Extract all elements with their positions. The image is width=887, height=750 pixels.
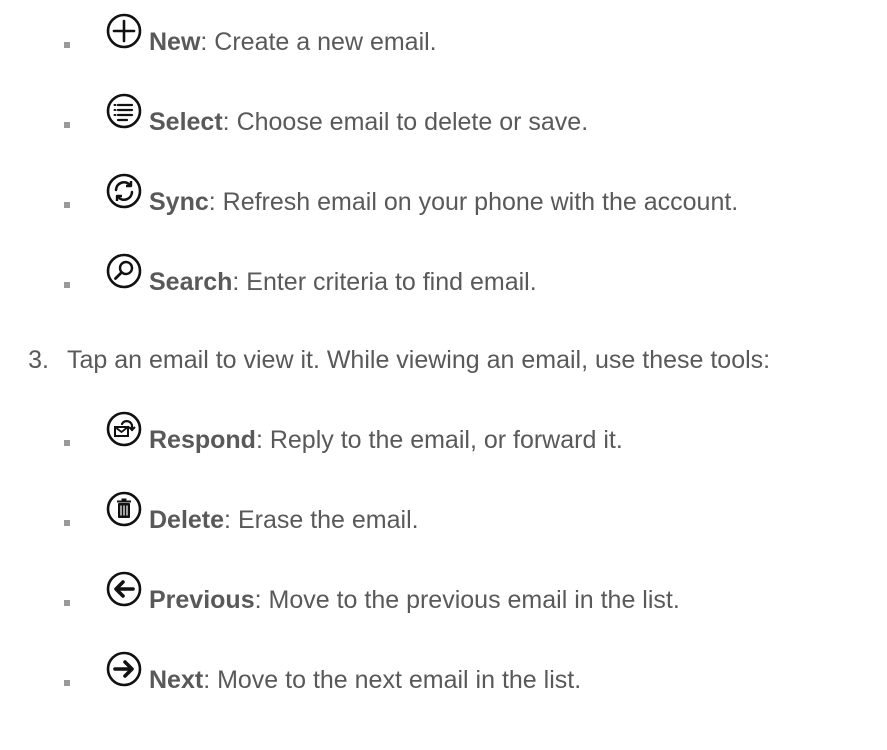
trash-circle-icon <box>105 490 143 528</box>
list-item-text: Select: Choose email to delete or save. <box>149 108 588 136</box>
bullet <box>64 680 70 686</box>
list-item-next: Next: Move to the next email in the list… <box>0 650 887 700</box>
item-desc: : Enter criteria to find email. <box>232 268 537 296</box>
arrow-right-circle-icon <box>105 650 143 688</box>
list-circle-icon <box>105 92 143 130</box>
list-item-text: Previous: Move to the previous email in … <box>149 586 680 614</box>
bullet <box>64 282 70 288</box>
list-item-respond: Respond: Reply to the email, or forward … <box>0 410 887 460</box>
item-term: Respond <box>149 426 256 454</box>
item-term: Sync <box>149 188 209 216</box>
list-item-new: New: Create a new email. <box>0 12 887 62</box>
bullet <box>64 42 70 48</box>
list-item-text: Delete: Erase the email. <box>149 506 419 534</box>
sync-circle-icon <box>105 172 143 210</box>
plus-circle-icon <box>105 12 143 50</box>
item-desc: : Create a new email. <box>200 28 437 56</box>
list-item-sync: Sync: Refresh email on your phone with t… <box>0 172 887 222</box>
item-desc: : Refresh email on your phone with the a… <box>208 188 739 216</box>
step-text: Tap an email to view it. While viewing a… <box>67 346 771 374</box>
bullet <box>64 600 70 606</box>
item-term: Select <box>149 108 223 136</box>
item-term: Next <box>149 666 204 694</box>
respond-circle-icon <box>105 410 143 448</box>
item-term: Previous <box>149 586 255 614</box>
item-term: Delete <box>149 506 225 534</box>
list-item-text: Search: Enter criteria to find email. <box>149 268 537 296</box>
bullet <box>64 122 70 128</box>
item-desc: : Move to the previous email in the list… <box>254 586 680 614</box>
item-desc: : Choose email to delete or save. <box>222 108 589 136</box>
arrow-left-circle-icon <box>105 570 143 608</box>
step-3: 3. Tap an email to view it. While viewing… <box>10 346 770 374</box>
bullet <box>64 440 70 446</box>
list-item-text: New: Create a new email. <box>149 28 437 56</box>
item-term: Search <box>149 268 233 296</box>
list-item-delete: Delete: Erase the email. <box>0 490 887 540</box>
bullet <box>64 520 70 526</box>
list-item-previous: Previous: Move to the previous email in … <box>0 570 887 620</box>
item-desc: : Reply to the email, or forward it. <box>255 426 623 454</box>
bullet <box>64 202 70 208</box>
search-circle-icon <box>105 252 143 290</box>
list-item-text: Next: Move to the next email in the list… <box>149 666 581 694</box>
step-number: 3. <box>28 346 49 374</box>
list-item-text: Sync: Refresh email on your phone with t… <box>149 188 738 216</box>
list-item-select: Select: Choose email to delete or save. <box>0 92 887 142</box>
item-desc: : Erase the email. <box>224 506 419 534</box>
item-term: New <box>149 28 201 56</box>
list-item-text: Respond: Reply to the email, or forward … <box>149 426 623 454</box>
list-item-search: Search: Enter criteria to find email. <box>0 252 887 302</box>
item-desc: : Move to the next email in the list. <box>203 666 582 694</box>
